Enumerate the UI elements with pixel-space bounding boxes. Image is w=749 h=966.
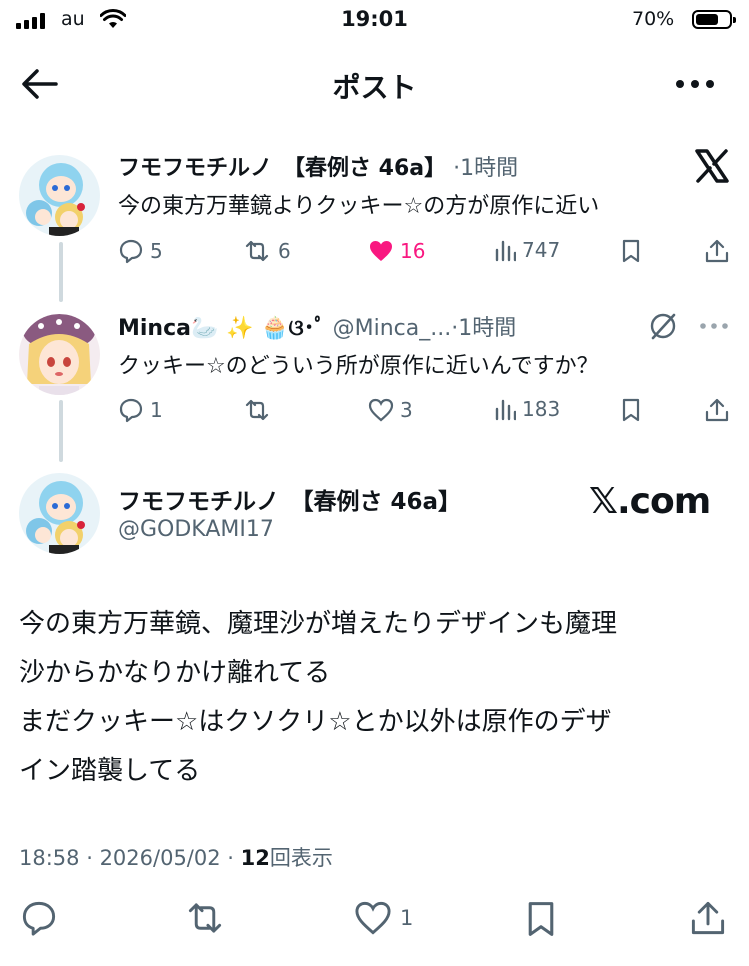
like-count: 1 — [400, 906, 414, 930]
post-date: 2026/05/02 — [99, 846, 221, 870]
post-actions: 1 3 183 — [118, 397, 730, 427]
repost-icon — [245, 399, 269, 421]
author-name[interactable]: フモフモチルノ 【春例さ 46a】 — [118, 156, 446, 181]
share-icon — [691, 901, 725, 935]
repost-icon — [245, 240, 269, 262]
post-text: 今の東方万華鏡よりクッキー☆の方が原作に近い — [118, 194, 600, 219]
repost-count: 6 — [278, 239, 291, 263]
thread-connector — [59, 400, 63, 462]
bookmark-button[interactable] — [524, 899, 558, 939]
post-text: クッキー☆のどういう所が原作に近いんですか？ — [118, 354, 599, 379]
heart-filled-icon — [370, 241, 392, 261]
reply-button[interactable]: 5 — [118, 238, 163, 264]
views-button[interactable]: 747 — [494, 238, 560, 262]
heart-icon — [355, 901, 391, 935]
reply-icon — [119, 398, 143, 423]
x-logo-icon — [695, 149, 729, 183]
author-name[interactable]: Minca🦢 ✨ 🧁ଓ･ﾟ — [118, 316, 326, 341]
bookmark-icon[interactable] — [620, 238, 642, 264]
main-post-actions: 1 — [0, 899, 749, 943]
more-horizontal-icon[interactable] — [698, 320, 730, 332]
grok-icon[interactable] — [648, 311, 678, 341]
author-handle[interactable]: @Minca_... — [333, 316, 452, 341]
reply-button[interactable]: 1 — [118, 397, 163, 423]
views-chart-icon — [495, 399, 516, 421]
heart-icon — [368, 398, 394, 422]
views-count: 747 — [522, 238, 561, 262]
post-text-line: 沙からかなりかけ離れてる — [19, 658, 331, 688]
nav-bar: ポスト — [0, 50, 749, 116]
views-count: 183 — [522, 397, 561, 421]
like-count: 3 — [400, 398, 413, 422]
page-title: ポスト — [332, 71, 417, 104]
reply-icon — [22, 901, 56, 936]
more-horizontal-icon[interactable] — [671, 72, 719, 96]
thread-connector — [59, 242, 63, 302]
post-meta: 18:58 · 2026/05/02 · 12回表示 — [19, 846, 333, 870]
post-text: 今の東方万華鏡、魔理沙が増えたりデザインも魔理 沙からかなりかけ離れてる まだク… — [19, 600, 731, 796]
battery-percent: 70% — [632, 8, 675, 30]
repost-button[interactable] — [242, 397, 278, 423]
repost-icon — [188, 903, 222, 933]
post-time: 1時間 — [460, 156, 519, 181]
x-com-watermark: 𝕏.com — [589, 481, 711, 522]
avatar[interactable] — [19, 314, 100, 395]
repost-button[interactable] — [183, 899, 227, 937]
share-icon[interactable] — [704, 238, 730, 264]
views-count[interactable]: 12 — [241, 846, 270, 870]
like-count: 16 — [400, 239, 426, 263]
post-time: 1時間 — [458, 316, 517, 341]
battery-icon — [692, 10, 736, 29]
like-button[interactable]: 1 — [354, 899, 413, 937]
post-actions: 5 6 16 747 — [118, 238, 730, 268]
like-button[interactable]: 16 — [368, 238, 425, 264]
share-button[interactable] — [689, 899, 727, 937]
post-header: フモフモチルノ 【春例さ 46a】 ·1時間 — [118, 156, 519, 181]
status-bar: au 19:01 70% — [0, 0, 749, 44]
post-text-line: 今の東方万華鏡、魔理沙が増えたりデザインも魔理 — [19, 609, 618, 639]
avatar[interactable] — [19, 473, 100, 554]
post-header: Minca🦢 ✨ 🧁ଓ･ﾟ @Minca_...·1時間 — [118, 316, 517, 341]
views-chart-icon — [495, 240, 516, 262]
repost-button[interactable]: 6 — [242, 238, 291, 264]
like-button[interactable]: 3 — [368, 397, 413, 423]
views-button[interactable]: 183 — [494, 397, 560, 421]
reply-count: 1 — [150, 398, 163, 422]
share-icon[interactable] — [704, 397, 730, 423]
post-text-line: イン踏襲してる — [19, 756, 201, 786]
views-label: 回表示 — [269, 846, 333, 870]
bookmark-icon[interactable] — [620, 397, 642, 423]
post-time: 18:58 — [19, 846, 80, 870]
author-handle[interactable]: @GODKAMI17 — [118, 517, 274, 542]
avatar[interactable] — [19, 155, 100, 236]
author-name[interactable]: フモフモチルノ 【春例さ 46a】 — [118, 482, 461, 516]
bookmark-icon — [528, 902, 554, 936]
reply-button[interactable] — [20, 899, 58, 937]
reply-icon — [119, 239, 143, 264]
reply-count: 5 — [150, 239, 163, 263]
post-text-line: まだクッキー☆はクソクリ☆とか以外は原作のデザ — [19, 707, 612, 737]
